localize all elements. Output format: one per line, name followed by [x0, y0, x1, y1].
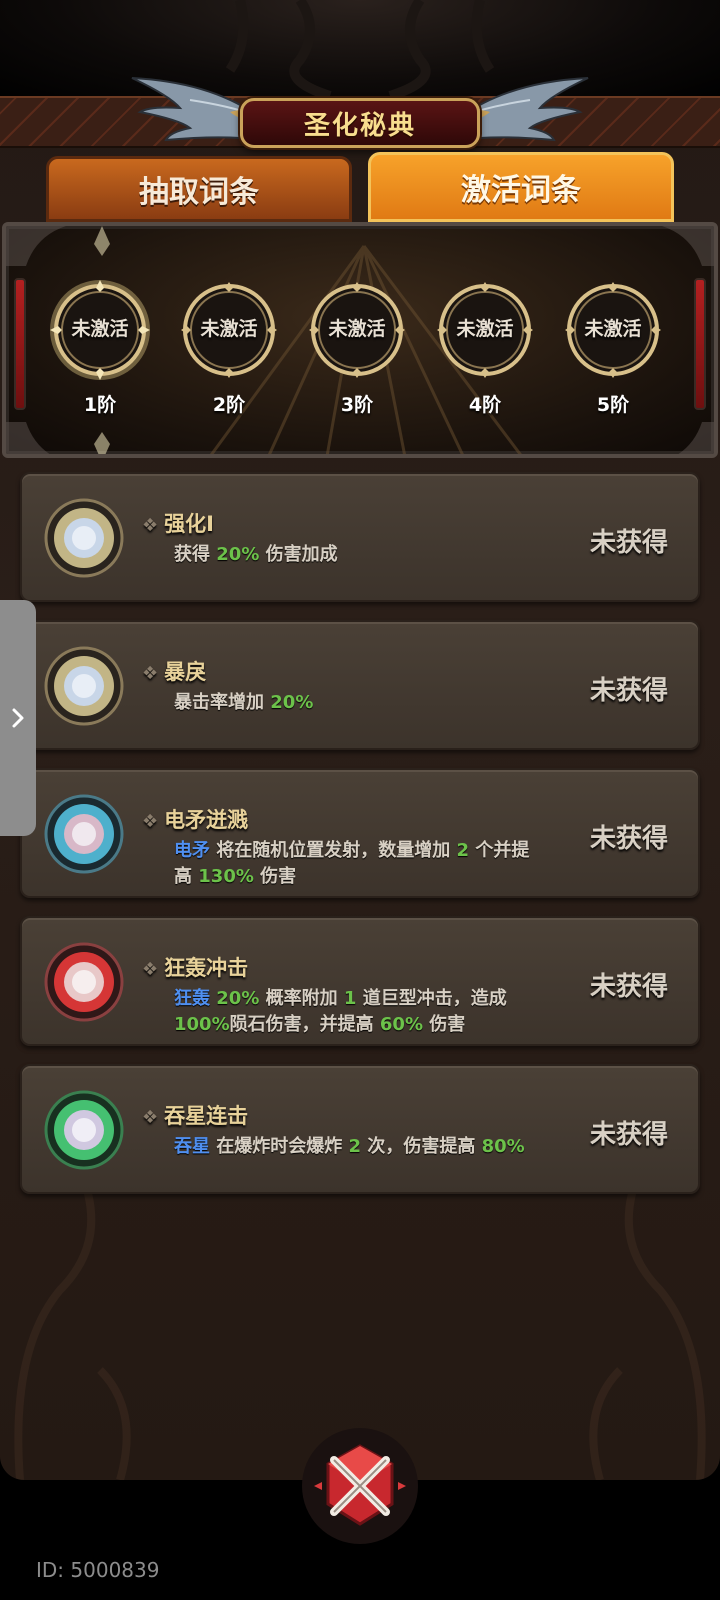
title-plate: 圣化秘典	[240, 98, 480, 148]
stage-status-label: 未激活	[200, 318, 258, 340]
player-id: ID: 5000839	[36, 1558, 160, 1582]
affix-orb-icon	[44, 794, 124, 874]
stage-medallion: 未激活	[48, 278, 152, 382]
affix-status: 未获得	[589, 528, 668, 558]
affix-description-segment: 吞星	[174, 1136, 210, 1157]
affix-status: 未获得	[589, 1120, 668, 1150]
tab-activate-affix[interactable]: 激活词条	[368, 152, 674, 222]
affix-status: 未获得	[589, 824, 668, 854]
stage-medallion: 未激活	[305, 278, 409, 382]
side-drawer-handle[interactable]	[0, 600, 36, 836]
stage-5[interactable]: 未激活 5阶	[558, 278, 668, 416]
affix-card-barrage-impact[interactable]: ❖ 狂轰冲击 狂轰 20% 概率附加 1 道巨型冲击，造成 100%陨石伤害，并提…	[20, 916, 700, 1046]
affix-description-segment: 100%	[174, 1014, 230, 1035]
tab-activate-affix-label: 激活词条	[461, 173, 581, 208]
affix-description: 暴击率增加 20%	[174, 690, 544, 716]
affix-title: ❖ 电矛迸溅	[142, 808, 249, 832]
stage-level-label: 4阶	[468, 394, 502, 416]
affix-description-segment: 130%	[198, 866, 254, 887]
affix-description-segment: 获得	[174, 544, 217, 565]
stage-level-label: 1阶	[83, 394, 117, 416]
left-red-bar	[14, 278, 26, 410]
affix-orb-icon	[44, 646, 124, 726]
top-background	[0, 0, 720, 100]
right-red-bar	[694, 278, 706, 410]
stage-1[interactable]: 未激活 1阶	[45, 278, 155, 416]
affix-description-segment: 20%	[270, 692, 314, 713]
stage-level-label: 2阶	[212, 394, 246, 416]
chevron-right-icon	[12, 708, 24, 728]
stage-medallion: 未激活	[561, 278, 665, 382]
affix-description-segment: 2	[456, 840, 470, 861]
affix-description: 吞星 在爆炸时会爆炸 2 次，伤害提高 80%	[174, 1134, 544, 1160]
affix-description-segment: 20%	[216, 544, 260, 565]
affix-status: 未获得	[589, 676, 668, 706]
affix-title: ❖ 狂轰冲击	[142, 956, 249, 980]
affix-orb-icon	[44, 942, 124, 1022]
stage-status-label: 未激活	[456, 318, 514, 340]
affix-description-segment: 概率附加	[259, 988, 344, 1009]
stage-level-label: 3阶	[340, 394, 374, 416]
affix-description-segment: 道巨型冲击，造成	[356, 988, 507, 1009]
affix-description-segment: 暴击率增加	[174, 692, 271, 713]
tab-draw-affix-label: 抽取词条	[139, 175, 259, 210]
affix-card-electric-spear[interactable]: ❖ 电矛迸溅 电矛 将在随机位置发射，数量增加 2 个并提高 130% 伤害 未获…	[20, 768, 700, 898]
stage-medallion: 未激活	[433, 278, 537, 382]
affix-status: 未获得	[589, 972, 668, 1002]
affix-description-segment: 陨石伤害，并提高	[229, 1014, 380, 1035]
affix-description-segment: 2	[348, 1136, 362, 1157]
tab-draw-affix[interactable]: 抽取词条	[46, 156, 352, 222]
stage-4[interactable]: 未激活 4阶	[430, 278, 540, 416]
stage-3[interactable]: 未激活 3阶	[302, 278, 412, 416]
affix-description-segment: 将在随机位置发射，数量增加	[210, 840, 457, 861]
affix-card-star-devour[interactable]: ❖ 吞星连击 吞星 在爆炸时会爆炸 2 次，伤害提高 80% 未获得	[20, 1064, 700, 1194]
affix-title: ❖ 暴戾	[142, 660, 207, 684]
affix-description-segment: 电矛	[174, 840, 210, 861]
stage-status-label: 未激活	[71, 318, 129, 340]
affix-title: ❖ 强化I	[142, 512, 214, 536]
stage-status-label: 未激活	[328, 318, 386, 340]
stage-level-label: 5阶	[596, 394, 630, 416]
affix-orb-icon	[44, 498, 124, 578]
affix-description-segment: 伤害	[422, 1014, 466, 1035]
affix-title: ❖ 吞星连击	[142, 1104, 249, 1128]
affix-description: 狂轰 20% 概率附加 1 道巨型冲击，造成 100%陨石伤害，并提高 60% …	[174, 986, 544, 1038]
stage-medallion: 未激活	[177, 278, 281, 382]
affix-description-segment: 伤害	[253, 866, 297, 887]
affix-description-segment: 1	[343, 988, 357, 1009]
page-title: 圣化秘典	[303, 110, 416, 141]
stage-status-label: 未激活	[584, 318, 642, 340]
affix-description-segment: 80%	[481, 1136, 525, 1157]
affix-description-segment: 狂轰	[174, 988, 210, 1009]
affix-description-segment: 伤害加成	[259, 544, 338, 565]
stage-2[interactable]: 未激活 2阶	[174, 278, 284, 416]
affix-description-segment: 60%	[379, 1014, 423, 1035]
affix-card-strengthen[interactable]: ❖ 强化I 获得 20% 伤害加成 未获得	[20, 472, 700, 602]
affix-description: 电矛 将在随机位置发射，数量增加 2 个并提高 130% 伤害	[174, 838, 544, 890]
stage-panel: 未激活 1阶 未激活 2阶 未激活 3阶 未激活 4阶 未激活 5阶	[2, 222, 718, 458]
close-button[interactable]	[300, 1426, 420, 1546]
affix-description-segment: 在爆炸时会爆炸	[210, 1136, 349, 1157]
affix-description-segment: 次，伤害提高	[361, 1136, 482, 1157]
affix-description-segment: 20%	[216, 988, 260, 1009]
affix-card-ferocity[interactable]: ❖ 暴戾 暴击率增加 20% 未获得	[20, 620, 700, 750]
affix-description: 获得 20% 伤害加成	[174, 542, 544, 568]
affix-orb-icon	[44, 1090, 124, 1170]
